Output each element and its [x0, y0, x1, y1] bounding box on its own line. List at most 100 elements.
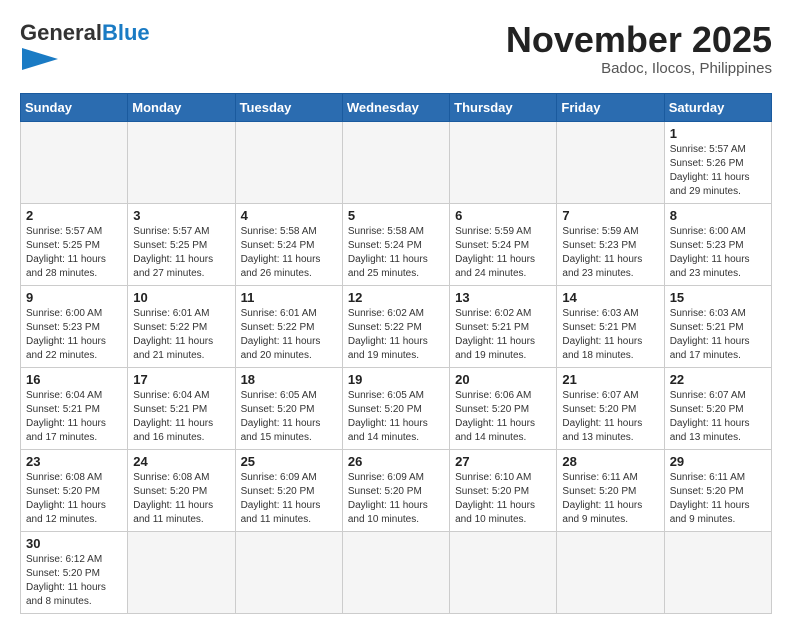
- day-info: Sunrise: 6:07 AM Sunset: 5:20 PM Dayligh…: [562, 389, 658, 445]
- day-info: Sunrise: 6:00 AM Sunset: 5:23 PM Dayligh…: [26, 307, 122, 363]
- calendar-day-cell: 11 Sunrise: 6:01 AM Sunset: 5:22 PM Dayli…: [235, 285, 342, 367]
- calendar-day-cell: [450, 121, 557, 203]
- day-number: 21: [562, 372, 658, 387]
- calendar-day-cell: 26 Sunrise: 6:09 AM Sunset: 5:20 PM Dayli…: [342, 449, 449, 531]
- day-number: 9: [26, 290, 122, 305]
- logo-triangle-icon: [22, 48, 58, 70]
- day-number: 1: [670, 126, 766, 141]
- day-info: Sunrise: 6:07 AM Sunset: 5:20 PM Dayligh…: [670, 389, 766, 445]
- logo: General Blue: [20, 20, 150, 70]
- calendar-day-cell: 8Sunrise: 6:00 AM Sunset: 5:23 PM Daylig…: [664, 203, 771, 285]
- day-number: 19: [348, 372, 444, 387]
- calendar-table: SundayMondayTuesdayWednesdayThursdayFrid…: [20, 93, 772, 614]
- calendar-day-cell: 2 Sunrise: 5:57 AM Sunset: 5:25 PM Daylig…: [21, 203, 128, 285]
- day-info: Sunrise: 5:58 AM Sunset: 5:24 PM Dayligh…: [241, 225, 337, 281]
- day-number: 14: [562, 290, 658, 305]
- day-number: 20: [455, 372, 551, 387]
- day-info: Sunrise: 5:59 AM Sunset: 5:24 PM Dayligh…: [455, 225, 551, 281]
- calendar-day-cell: 9 Sunrise: 6:00 AM Sunset: 5:23 PM Daylig…: [21, 285, 128, 367]
- calendar-day-cell: 7 Sunrise: 5:59 AM Sunset: 5:23 PM Daylig…: [557, 203, 664, 285]
- day-info: Sunrise: 6:09 AM Sunset: 5:20 PM Dayligh…: [348, 471, 444, 527]
- day-number: 2: [26, 208, 122, 223]
- calendar-day-cell: 14 Sunrise: 6:03 AM Sunset: 5:21 PM Dayli…: [557, 285, 664, 367]
- day-info: Sunrise: 6:11 AM Sunset: 5:20 PM Dayligh…: [670, 471, 766, 527]
- calendar-day-cell: 3 Sunrise: 5:57 AM Sunset: 5:25 PM Daylig…: [128, 203, 235, 285]
- day-number: 6: [455, 208, 551, 223]
- calendar-day-cell: 6 Sunrise: 5:59 AM Sunset: 5:24 PM Daylig…: [450, 203, 557, 285]
- day-info: Sunrise: 6:11 AM Sunset: 5:20 PM Dayligh…: [562, 471, 658, 527]
- calendar-day-cell: 13 Sunrise: 6:02 AM Sunset: 5:21 PM Dayli…: [450, 285, 557, 367]
- weekday-header-monday: Monday: [128, 93, 235, 121]
- calendar-day-cell: 25Sunrise: 6:09 AM Sunset: 5:20 PM Dayli…: [235, 449, 342, 531]
- day-number: 24: [133, 454, 229, 469]
- day-info: Sunrise: 5:59 AM Sunset: 5:23 PM Dayligh…: [562, 225, 658, 281]
- calendar-day-cell: 30Sunrise: 6:12 AM Sunset: 5:20 PM Dayli…: [21, 531, 128, 613]
- day-number: 4: [241, 208, 337, 223]
- weekday-header-friday: Friday: [557, 93, 664, 121]
- day-info: Sunrise: 6:08 AM Sunset: 5:20 PM Dayligh…: [133, 471, 229, 527]
- day-info: Sunrise: 6:01 AM Sunset: 5:22 PM Dayligh…: [241, 307, 337, 363]
- calendar-week-row: 30Sunrise: 6:12 AM Sunset: 5:20 PM Dayli…: [21, 531, 772, 613]
- day-number: 29: [670, 454, 766, 469]
- calendar-day-cell: [128, 531, 235, 613]
- day-info: Sunrise: 6:02 AM Sunset: 5:21 PM Dayligh…: [455, 307, 551, 363]
- logo-blue-text: Blue: [102, 20, 150, 46]
- calendar-day-cell: 12Sunrise: 6:02 AM Sunset: 5:22 PM Dayli…: [342, 285, 449, 367]
- day-info: Sunrise: 6:06 AM Sunset: 5:20 PM Dayligh…: [455, 389, 551, 445]
- day-info: Sunrise: 5:57 AM Sunset: 5:25 PM Dayligh…: [133, 225, 229, 281]
- calendar-day-cell: 10 Sunrise: 6:01 AM Sunset: 5:22 PM Dayli…: [128, 285, 235, 367]
- calendar-day-cell: 22 Sunrise: 6:07 AM Sunset: 5:20 PM Dayli…: [664, 367, 771, 449]
- day-info: Sunrise: 6:01 AM Sunset: 5:22 PM Dayligh…: [133, 307, 229, 363]
- day-number: 22: [670, 372, 766, 387]
- day-info: Sunrise: 6:08 AM Sunset: 5:20 PM Dayligh…: [26, 471, 122, 527]
- day-info: Sunrise: 6:05 AM Sunset: 5:20 PM Dayligh…: [348, 389, 444, 445]
- weekday-header-row: SundayMondayTuesdayWednesdayThursdayFrid…: [21, 93, 772, 121]
- day-info: Sunrise: 6:04 AM Sunset: 5:21 PM Dayligh…: [133, 389, 229, 445]
- calendar-day-cell: 1 Sunrise: 5:57 AM Sunset: 5:26 PM Daylig…: [664, 121, 771, 203]
- day-info: Sunrise: 6:03 AM Sunset: 5:21 PM Dayligh…: [562, 307, 658, 363]
- day-info: Sunrise: 5:58 AM Sunset: 5:24 PM Dayligh…: [348, 225, 444, 281]
- calendar-day-cell: [342, 121, 449, 203]
- page-header: General Blue November 2025 Badoc, Ilocos…: [20, 20, 772, 77]
- calendar-day-cell: 27Sunrise: 6:10 AM Sunset: 5:20 PM Dayli…: [450, 449, 557, 531]
- calendar-week-row: 23Sunrise: 6:08 AM Sunset: 5:20 PM Dayli…: [21, 449, 772, 531]
- day-number: 11: [241, 290, 337, 305]
- day-number: 10: [133, 290, 229, 305]
- day-number: 28: [562, 454, 658, 469]
- calendar-day-cell: [557, 121, 664, 203]
- calendar-day-cell: [235, 121, 342, 203]
- calendar-day-cell: [450, 531, 557, 613]
- day-info: Sunrise: 6:03 AM Sunset: 5:21 PM Dayligh…: [670, 307, 766, 363]
- day-info: Sunrise: 5:57 AM Sunset: 5:26 PM Dayligh…: [670, 143, 766, 199]
- weekday-header-saturday: Saturday: [664, 93, 771, 121]
- day-number: 3: [133, 208, 229, 223]
- day-number: 26: [348, 454, 444, 469]
- calendar-week-row: 1 Sunrise: 5:57 AM Sunset: 5:26 PM Daylig…: [21, 121, 772, 203]
- calendar-day-cell: 24 Sunrise: 6:08 AM Sunset: 5:20 PM Dayli…: [128, 449, 235, 531]
- day-number: 15: [670, 290, 766, 305]
- day-info: Sunrise: 6:10 AM Sunset: 5:20 PM Dayligh…: [455, 471, 551, 527]
- calendar-day-cell: 16Sunrise: 6:04 AM Sunset: 5:21 PM Dayli…: [21, 367, 128, 449]
- calendar-day-cell: [342, 531, 449, 613]
- day-number: 18: [241, 372, 337, 387]
- calendar-day-cell: [557, 531, 664, 613]
- location-subtitle: Badoc, Ilocos, Philippines: [506, 60, 772, 77]
- calendar-day-cell: [235, 531, 342, 613]
- weekday-header-thursday: Thursday: [450, 93, 557, 121]
- day-number: 7: [562, 208, 658, 223]
- weekday-header-tuesday: Tuesday: [235, 93, 342, 121]
- calendar-day-cell: 20 Sunrise: 6:06 AM Sunset: 5:20 PM Dayli…: [450, 367, 557, 449]
- day-number: 17: [133, 372, 229, 387]
- calendar-day-cell: 28 Sunrise: 6:11 AM Sunset: 5:20 PM Dayli…: [557, 449, 664, 531]
- calendar-day-cell: 4 Sunrise: 5:58 AM Sunset: 5:24 PM Daylig…: [235, 203, 342, 285]
- weekday-header-sunday: Sunday: [21, 93, 128, 121]
- calendar-week-row: 9 Sunrise: 6:00 AM Sunset: 5:23 PM Daylig…: [21, 285, 772, 367]
- calendar-day-cell: 19 Sunrise: 6:05 AM Sunset: 5:20 PM Dayli…: [342, 367, 449, 449]
- day-number: 25: [241, 454, 337, 469]
- day-number: 30: [26, 536, 122, 551]
- day-number: 13: [455, 290, 551, 305]
- calendar-day-cell: [128, 121, 235, 203]
- title-block: November 2025 Badoc, Ilocos, Philippines: [506, 20, 772, 77]
- calendar-day-cell: 29 Sunrise: 6:11 AM Sunset: 5:20 PM Dayli…: [664, 449, 771, 531]
- day-info: Sunrise: 5:57 AM Sunset: 5:25 PM Dayligh…: [26, 225, 122, 281]
